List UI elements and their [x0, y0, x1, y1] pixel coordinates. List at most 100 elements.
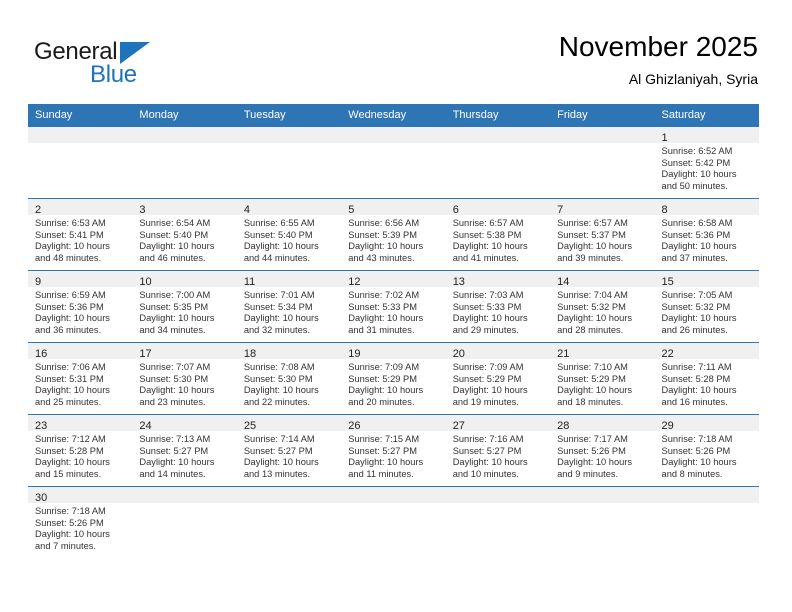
calendar-day-cell[interactable]: 17 Sunrise: 7:07 AM Sunset: 5:30 PM Dayligh… — [132, 342, 237, 414]
calendar-day-cell[interactable]: 18 Sunrise: 7:08 AM Sunset: 5:30 PM Dayligh… — [236, 342, 342, 414]
calendar-day-cell[interactable]: 24 Sunrise: 7:13 AM Sunset: 5:27 PM Dayligh… — [132, 414, 237, 486]
calendar-day-cell[interactable]: 27 Sunrise: 7:16 AM Sunset: 5:27 PM Dayligh… — [445, 414, 551, 486]
weekday-header-tuesday: Tuesday — [243, 109, 286, 121]
day-number: 1 — [661, 132, 668, 144]
calendar-day-cell[interactable]: 10 Sunrise: 7:00 AM Sunset: 5:35 PM Dayligh… — [132, 270, 237, 342]
sunset-text: Sunset: 5:30 PM — [139, 373, 209, 384]
day-number: 29 — [661, 420, 674, 432]
day-number-band: 10 — [132, 271, 237, 288]
sunrise-text: Sunrise: 6:54 AM — [139, 218, 211, 228]
daylight-text-line2: and 15 minutes. — [35, 468, 102, 479]
day-number: 14 — [557, 276, 570, 288]
calendar-day-cell-empty — [132, 126, 237, 198]
calendar-day-cell-empty — [445, 126, 551, 198]
calendar-day-cell-empty — [236, 126, 342, 198]
page-header: General Blue November 2025 Al Ghizlaniya… — [0, 0, 792, 100]
calendar-day-cell[interactable]: 15 Sunrise: 7:05 AM Sunset: 5:32 PM Dayligh… — [654, 270, 759, 342]
calendar-day-cell[interactable]: 8 Sunrise: 6:58 AM Sunset: 5:36 PM Daylight… — [654, 198, 759, 270]
calendar-day-cell[interactable]: 25 Sunrise: 7:14 AM Sunset: 5:27 PM Dayligh… — [236, 414, 342, 486]
sunset-text: Sunset: 5:36 PM — [35, 301, 104, 312]
sunset-text: Sunset: 5:33 PM — [348, 301, 417, 312]
calendar-day-cell[interactable]: 23 Sunrise: 7:12 AM Sunset: 5:28 PM Dayligh… — [28, 414, 133, 486]
day-number: 23 — [35, 420, 48, 432]
calendar-day-cell[interactable]: 20 Sunrise: 7:09 AM Sunset: 5:29 PM Dayligh… — [445, 342, 551, 414]
daylight-text-line1: Daylight: 10 hours — [35, 313, 110, 323]
day-number-band: 25 — [236, 415, 342, 432]
daylight-text-line2: and 14 minutes. — [139, 468, 206, 479]
calendar-day-cell[interactable]: 16 Sunrise: 7:06 AM Sunset: 5:31 PM Dayligh… — [28, 342, 133, 414]
calendar-day-cell-empty — [132, 486, 237, 558]
sunrise-text: Sunrise: 6:59 AM — [35, 290, 106, 300]
calendar-day-cell[interactable]: 11 Sunrise: 7:01 AM Sunset: 5:34 PM Dayligh… — [236, 270, 342, 342]
daylight-text-line2: and 23 minutes. — [139, 396, 206, 407]
sunrise-text: Sunrise: 7:04 AM — [557, 290, 628, 300]
day-info: Sunrise: 7:05 AM Sunset: 5:32 PM Daylight:… — [655, 287, 759, 336]
calendar-day-cell[interactable]: 19 Sunrise: 7:09 AM Sunset: 5:29 PM Dayligh… — [341, 342, 446, 414]
day-number: 16 — [35, 348, 48, 360]
calendar-day-cell[interactable]: 14 Sunrise: 7:04 AM Sunset: 5:32 PM Dayligh… — [550, 270, 655, 342]
general-blue-logo[interactable]: General Blue — [34, 38, 234, 90]
daylight-text-line1: Daylight: 10 hours — [557, 457, 633, 467]
calendar-day-cell[interactable]: 5 Sunrise: 6:56 AM Sunset: 5:39 PM Daylight… — [341, 198, 446, 270]
calendar-day-cell[interactable]: 30 Sunrise: 7:18 AM Sunset: 5:26 PM Dayligh… — [28, 486, 133, 558]
sunset-text: Sunset: 5:27 PM — [452, 445, 522, 456]
sunset-text: Sunset: 5:26 PM — [661, 445, 731, 456]
daylight-text-line1: Daylight: 10 hours — [348, 457, 424, 467]
sunrise-text: Sunrise: 6:57 AM — [452, 218, 524, 228]
sunset-text: Sunset: 5:28 PM — [35, 445, 104, 456]
daylight-text-line2: and 43 minutes. — [348, 252, 415, 263]
day-number: 4 — [243, 204, 250, 216]
sunrise-text: Sunrise: 6:56 AM — [348, 218, 420, 228]
calendar-day-cell[interactable]: 3 Sunrise: 6:54 AM Sunset: 5:40 PM Daylight… — [132, 198, 237, 270]
calendar-day-cell[interactable]: 22 Sunrise: 7:11 AM Sunset: 5:28 PM Dayligh… — [654, 342, 759, 414]
day-number-band: 24 — [132, 415, 237, 432]
calendar-day-cell[interactable]: 9 Sunrise: 6:59 AM Sunset: 5:36 PM Daylight… — [28, 270, 133, 342]
sunrise-text: Sunrise: 7:03 AM — [452, 290, 524, 300]
day-number: 2 — [35, 204, 42, 216]
day-number: 6 — [452, 204, 459, 216]
day-number-band: 19 — [341, 343, 446, 360]
calendar-day-cell[interactable]: 7 Sunrise: 6:57 AM Sunset: 5:37 PM Daylight… — [550, 198, 655, 270]
day-number-band: 8 — [654, 199, 759, 216]
day-info: Sunrise: 7:09 AM Sunset: 5:29 PM Daylight:… — [341, 359, 445, 408]
sunset-text: Sunset: 5:38 PM — [452, 229, 522, 240]
day-number-band: 4 — [236, 199, 342, 216]
sunset-text: Sunset: 5:27 PM — [139, 445, 209, 456]
calendar-day-cell-empty — [236, 486, 342, 558]
day-number-band: 13 — [445, 271, 551, 288]
calendar-day-cell[interactable]: 4 Sunrise: 6:55 AM Sunset: 5:40 PM Daylight… — [236, 198, 342, 270]
calendar-day-cell[interactable]: 29 Sunrise: 7:18 AM Sunset: 5:26 PM Dayligh… — [654, 414, 759, 486]
daylight-text-line2: and 18 minutes. — [557, 396, 624, 407]
calendar-day-cell[interactable]: 21 Sunrise: 7:10 AM Sunset: 5:29 PM Dayligh… — [550, 342, 655, 414]
sunrise-text: Sunrise: 7:02 AM — [348, 290, 420, 300]
daylight-text-line2: and 41 minutes. — [452, 252, 519, 263]
sunrise-text: Sunrise: 7:09 AM — [452, 362, 524, 372]
daylight-text-line2: and 22 minutes. — [243, 396, 310, 407]
calendar-day-cell[interactable]: 13 Sunrise: 7:03 AM Sunset: 5:33 PM Dayligh… — [445, 270, 551, 342]
daylight-text-line2: and 32 minutes. — [243, 324, 310, 335]
day-info: Sunrise: 7:18 AM Sunset: 5:26 PM Daylight:… — [655, 431, 759, 480]
sunset-text: Sunset: 5:26 PM — [35, 517, 104, 528]
calendar-day-cell[interactable]: 26 Sunrise: 7:15 AM Sunset: 5:27 PM Dayligh… — [341, 414, 446, 486]
day-number-band: 29 — [654, 415, 759, 432]
day-number: 28 — [557, 420, 570, 432]
sunset-text: Sunset: 5:34 PM — [243, 301, 313, 312]
calendar-day-cell-empty — [341, 126, 446, 198]
daylight-text-line1: Daylight: 10 hours — [661, 241, 737, 251]
daylight-text-line1: Daylight: 10 hours — [661, 313, 737, 323]
calendar-day-cell[interactable]: 12 Sunrise: 7:02 AM Sunset: 5:33 PM Dayligh… — [341, 270, 446, 342]
day-number: 30 — [35, 492, 48, 504]
calendar-day-cell[interactable]: 1 Sunrise: 6:52 AM Sunset: 5:42 PM Daylight… — [654, 126, 759, 198]
daylight-text-line2: and 16 minutes. — [661, 396, 728, 407]
sunset-text: Sunset: 5:35 PM — [139, 301, 209, 312]
day-number-band: 11 — [236, 271, 342, 288]
calendar-day-cell[interactable]: 28 Sunrise: 7:17 AM Sunset: 5:26 PM Dayligh… — [550, 414, 655, 486]
day-info: Sunrise: 6:56 AM Sunset: 5:39 PM Daylight:… — [341, 215, 445, 264]
calendar-day-cell-empty — [341, 486, 446, 558]
calendar-day-cell[interactable]: 2 Sunrise: 6:53 AM Sunset: 5:41 PM Daylight… — [28, 198, 133, 270]
day-number: 22 — [661, 348, 674, 360]
calendar-day-cell[interactable]: 6 Sunrise: 6:57 AM Sunset: 5:38 PM Daylight… — [445, 198, 551, 270]
sunrise-text: Sunrise: 7:07 AM — [139, 362, 211, 372]
day-number: 18 — [243, 348, 257, 360]
daylight-text-line1: Daylight: 10 hours — [557, 385, 633, 395]
